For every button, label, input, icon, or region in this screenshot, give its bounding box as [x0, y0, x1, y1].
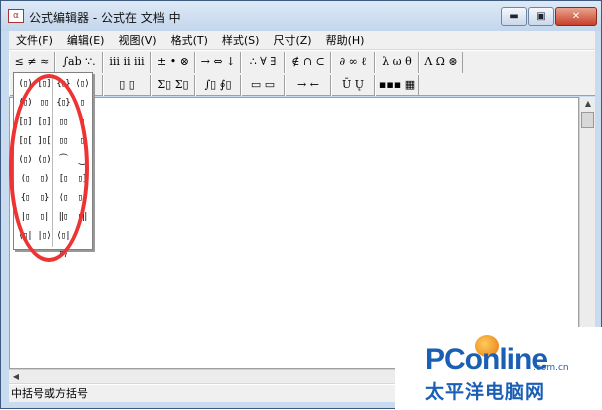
annotation-circle — [9, 74, 89, 262]
maximize-button[interactable]: ▣ — [528, 7, 554, 26]
row1-button-8[interactable]: λ ω θ — [375, 52, 419, 73]
row1-button-9[interactable]: Λ Ω ⊛ — [419, 52, 463, 73]
row1-button-1[interactable]: ∫ab ∵. — [55, 52, 103, 73]
row2-button-2[interactable]: ▯ ▯ — [103, 75, 151, 96]
menu-item-3[interactable]: 格式(T) — [164, 32, 215, 48]
minimize-button[interactable]: ▬ — [501, 7, 527, 26]
row1-button-5[interactable]: ∴ ∀ ∃ — [241, 52, 285, 73]
title-bar: α 公式编辑器 - 公式在 文档 中 ▬ ▣ ✕ — [1, 1, 601, 31]
pconline-watermark: PConline .com.cn 太平洋电脑网 — [395, 327, 602, 410]
menu-item-1[interactable]: 编辑(E) — [60, 32, 112, 48]
row2-button-4[interactable]: ∫▯ ∮▯ — [195, 75, 241, 96]
scroll-up-arrow-icon[interactable]: ▲ — [580, 97, 596, 111]
row2-button-3[interactable]: Σ▯ Σ▯ — [151, 75, 195, 96]
status-bar: 中括号或方括号 — [9, 384, 395, 402]
fence-template-0-3[interactable]: ⟨▯⟩ — [73, 75, 91, 93]
toolbar-row-templates: (▯) [▯]▯ √▯▯ ▯Σ▯ Σ▯∫▯ ∮▯▭ ▭→ ←Ū Ų▪▪▪ ▦ — [9, 75, 595, 97]
menu-bar: 文件(F) 编辑(E) 视图(V) 格式(T) 样式(S) 尺寸(Z) 帮助(H) — [9, 31, 595, 49]
row2-button-8[interactable]: ▪▪▪ ▦ — [375, 75, 419, 96]
scroll-left-arrow-icon[interactable]: ◀ — [9, 370, 23, 383]
menu-item-0[interactable]: 文件(F) — [9, 32, 60, 48]
scroll-thumb[interactable] — [581, 112, 594, 128]
row1-button-4[interactable]: → ⇔ ↓ — [195, 52, 241, 73]
equation-editor-window: α 公式编辑器 - 公式在 文档 中 ▬ ▣ ✕ 文件(F) 编辑(E) 视图(V)… — [0, 0, 602, 410]
row1-button-3[interactable]: ± • ⊗ — [151, 52, 195, 73]
row2-button-6[interactable]: → ← — [285, 75, 331, 96]
row1-button-7[interactable]: ∂ ∞ ℓ — [331, 52, 375, 73]
horizontal-scrollbar[interactable]: ◀ — [9, 369, 395, 383]
menu-item-4[interactable]: 样式(S) — [215, 32, 267, 48]
row2-button-7[interactable]: Ū Ų — [331, 75, 375, 96]
close-button[interactable]: ✕ — [555, 7, 597, 26]
window-title: 公式编辑器 - 公式在 文档 中 — [29, 11, 181, 25]
row2-button-5[interactable]: ▭ ▭ — [241, 75, 285, 96]
menu-item-5[interactable]: 尺寸(Z) — [266, 32, 318, 48]
watermark-brand: PConline — [425, 343, 548, 376]
row1-button-6[interactable]: ∉ ∩ ⊂ — [285, 52, 331, 73]
row1-button-0[interactable]: ≤ ≠ ≈ — [9, 52, 55, 73]
watermark-subtitle: 太平洋电脑网 — [425, 381, 546, 403]
menu-item-2[interactable]: 视图(V) — [111, 32, 163, 48]
app-icon: α — [8, 9, 24, 23]
symbol-toolbar: ≤ ≠ ≈ ∫ab ∵. ⅲ ⅱ ⅲ ± • ⊗ → ⇔ ↓ ∴ ∀ ∃ ∉ ∩ ⊂ ∂ ∞ … — [9, 50, 595, 96]
menu-item-6[interactable]: 帮助(H) — [319, 32, 372, 48]
row1-button-2[interactable]: ⅲ ⅱ ⅲ — [103, 52, 151, 73]
toolbar-row-symbols: ≤ ≠ ≈ ∫ab ∵. ⅲ ⅱ ⅲ ± • ⊗ → ⇔ ↓ ∴ ∀ ∃ ∉ ∩ ⊂ ∂ ∞ … — [9, 52, 595, 74]
watermark-domain: .com.cn — [533, 363, 569, 373]
